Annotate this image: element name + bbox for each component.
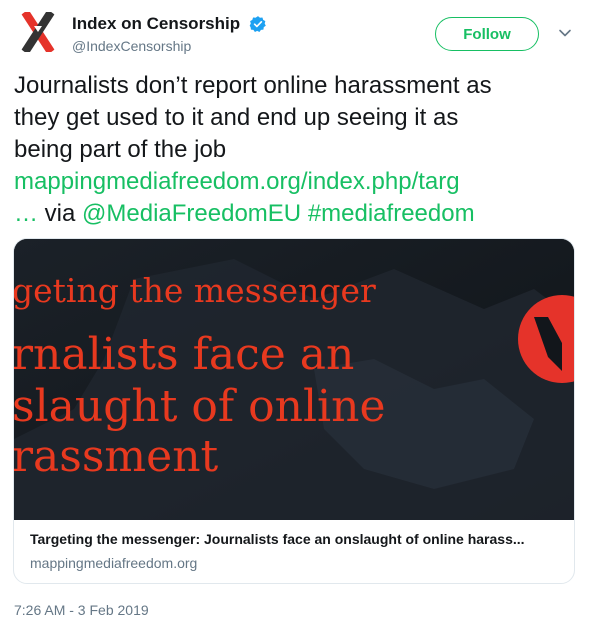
account-handle[interactable]: @IndexCensorship	[72, 38, 267, 54]
chevron-down-icon[interactable]	[557, 25, 573, 41]
tweet-text: Journalists don’t report online harassme…	[14, 70, 584, 230]
tweet-text-line: they get used to it and end up seeing it…	[14, 104, 459, 131]
index-logo-icon	[20, 12, 56, 52]
mention-link[interactable]: @MediaFreedomEU	[82, 200, 301, 227]
display-name[interactable]: Index on Censorship	[72, 14, 240, 34]
card-image[interactable]: geting the messenger rnalists face an sl…	[14, 239, 574, 520]
image-text-line: slaught of online	[14, 381, 386, 432]
image-text-line: geting the messenger	[14, 271, 376, 310]
link-card[interactable]: geting the messenger rnalists face an sl…	[13, 238, 575, 584]
via-text: via	[44, 200, 76, 227]
verified-badge-icon	[249, 16, 266, 32]
image-text-line: rnalists face an	[14, 329, 354, 380]
tweet-header: Index on Censorship @IndexCensorship Fol…	[14, 8, 582, 60]
avatar[interactable]	[14, 8, 62, 56]
card-domain[interactable]: mappingmediafreedom.org	[30, 555, 197, 571]
tweet-text-line: being part of the job	[14, 136, 227, 163]
card-title[interactable]: Targeting the messenger: Journalists fac…	[30, 531, 560, 547]
tweet-link-ellipsis[interactable]: …	[14, 200, 38, 227]
image-text-line: rassment	[14, 431, 219, 482]
tweet-timestamp[interactable]: 7:26 AM - 3 Feb 2019	[14, 602, 149, 618]
tweet-link[interactable]: mappingmediafreedom.org/index.php/targ	[14, 168, 460, 195]
hashtag-link[interactable]: #mediafreedom	[308, 200, 475, 227]
tweet-text-line: Journalists don’t report online harassme…	[14, 72, 492, 99]
card-image-graphic: geting the messenger rnalists face an sl…	[14, 239, 574, 520]
follow-button[interactable]: Follow	[435, 17, 539, 51]
account-names: Index on Censorship @IndexCensorship	[72, 14, 267, 54]
